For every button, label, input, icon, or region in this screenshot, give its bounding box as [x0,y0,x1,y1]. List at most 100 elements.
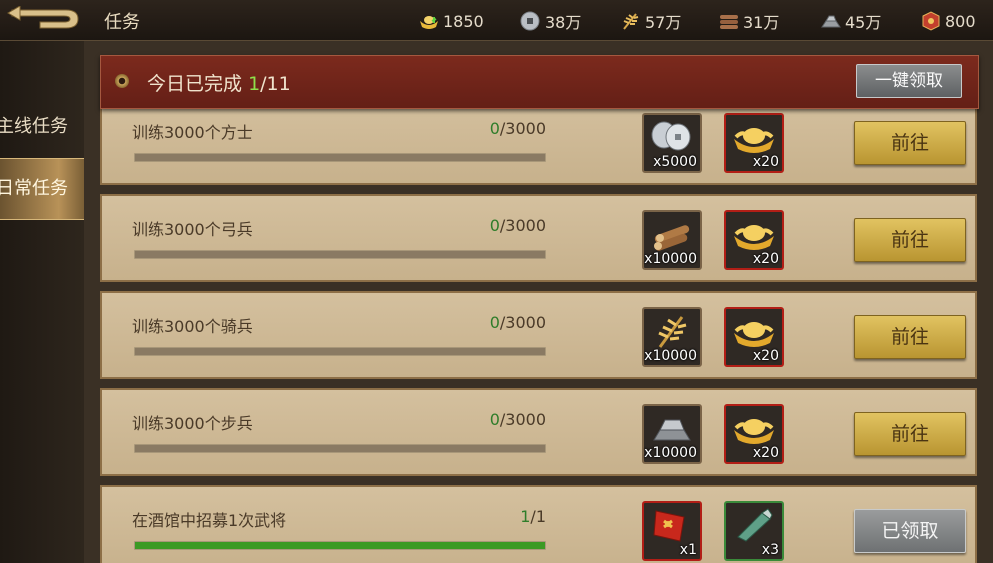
task-row: 训练3000个弓兵 0/3000 x10000 x20 前往 [100,194,977,282]
tab-daily-quest[interactable]: 日常任务 [0,158,84,220]
bullet-icon [115,74,129,88]
tab-main-quest[interactable]: 主线任务 [0,97,84,157]
iron-bars-icon [653,419,691,441]
reward-slot[interactable]: x10000 [642,307,702,367]
resource-silver: 38万 [520,10,581,32]
reward-quantity: x10000 [644,445,697,461]
jade-token-icon [737,508,773,542]
gold-ingot-icon [420,16,438,29]
go-button[interactable]: 前往 [854,412,966,456]
task-row: 在酒馆中招募1次武将 1/1 x1 x3 已领取 [100,485,977,563]
task-row: 训练3000个骑兵 0/3000 x10000 x20 前往 [100,291,977,379]
task-progress-total: /3000 [499,410,546,429]
reward-quantity: x20 [752,154,779,170]
task-progress-bar [134,444,546,453]
task-progress-bar [134,153,546,162]
reward-quantity: x10000 [644,251,697,267]
reward-slot[interactable]: x20 [724,307,784,367]
task-progress-bar [134,347,546,356]
reward-slot[interactable]: x20 [724,210,784,270]
task-progress-text: 0/3000 [442,410,546,429]
task-progress-total: /3000 [499,313,546,332]
grain-icon [623,13,639,30]
reward-slot[interactable]: x10000 [642,404,702,464]
daily-done-count: 1 [248,73,261,95]
resource-gold-value: 1850 [443,11,484,31]
daily-progress-text: 今日已完成 1/11 [147,69,291,96]
reward-slot[interactable]: x3 [724,501,784,561]
reward-quantity: x20 [752,251,779,267]
reward-quantity: x1 [679,542,697,558]
task-name: 训练3000个方士 [132,123,253,142]
wood-icon [720,15,738,29]
daily-total-count: /11 [260,73,291,95]
task-progress-bar [134,541,546,550]
daily-summary-banner: 今日已完成 1/11 一键领取 [100,55,979,109]
iron-icon [821,15,841,28]
task-progress-fill [135,542,545,549]
resource-gold: 1850 [418,10,484,32]
reward-quantity: x20 [752,445,779,461]
resource-wood-value: 31万 [743,13,780,32]
left-nav: 主线任务 日常任务 [0,41,84,563]
claim-all-button[interactable]: 一键领取 [856,64,962,98]
task-progress-current: 0 [489,313,500,332]
task-progress-text: 1/1 [442,507,546,526]
reward-quantity: x10000 [644,348,697,364]
back-arrow-icon [7,5,79,29]
resource-silver-value: 38万 [545,13,582,32]
task-progress-total: /3000 [499,216,546,235]
task-progress-text: 0/3000 [442,216,546,235]
reward-quantity: x3 [761,542,779,558]
task-progress-bar [134,250,546,259]
daily-progress-label: 今日已完成 [147,73,243,95]
reward-slot[interactable]: x1 [642,501,702,561]
go-button[interactable]: 前往 [854,121,966,165]
red-scroll-icon [653,510,685,542]
task-name: 训练3000个骑兵 [132,317,253,336]
wood-logs-icon [654,225,690,251]
gold-ingot-icon [734,322,774,347]
resource-gem-value: 800 [945,11,976,31]
back-button[interactable] [6,5,82,32]
reward-slot[interactable]: x20 [724,404,784,464]
top-bar: 任务 1850 38万 57万 31万 45万 800 [0,0,993,41]
silver-coins-icon [651,121,691,151]
task-progress-current: 0 [489,410,500,429]
quest-panel: 今日已完成 1/11 一键领取 训练3000个方士 0/3000 x5000 x… [84,41,993,563]
task-progress-total: /1 [530,507,546,526]
page-title: 任务 [104,12,140,33]
resource-iron-value: 45万 [845,13,882,32]
tab-daily-quest-label: 日常任务 [0,178,68,199]
reward-slot[interactable]: x20 [724,113,784,173]
task-row: 训练3000个步兵 0/3000 x10000 x20 前往 [100,388,977,476]
gem-chest-icon [922,11,940,31]
grain-icon [658,316,687,348]
task-progress-current: 1 [520,507,531,526]
gold-ingot-icon [734,419,774,444]
task-name: 在酒馆中招募1次武将 [132,511,287,530]
gold-ingot-icon [734,128,774,153]
reward-quantity: x20 [752,348,779,364]
silver-coin-icon [520,11,540,31]
reward-quantity: x5000 [653,154,697,170]
resource-iron: 45万 [820,10,881,32]
gold-ingot-icon [734,225,774,250]
task-progress-current: 0 [489,216,500,235]
go-button[interactable]: 前往 [854,315,966,359]
task-progress-text: 0/3000 [442,119,546,138]
task-progress-text: 0/3000 [442,313,546,332]
task-progress-total: /3000 [499,119,546,138]
task-name: 训练3000个步兵 [132,414,253,433]
claimed-button[interactable]: 已领取 [854,509,966,553]
task-row: 训练3000个方士 0/3000 x5000 x20 前往 [100,97,977,185]
resource-grain: 57万 [620,10,681,32]
tab-main-quest-label: 主线任务 [0,116,68,137]
reward-slot[interactable]: x10000 [642,210,702,270]
resource-gem: 800 [920,10,976,32]
task-name: 训练3000个弓兵 [132,220,253,239]
resource-grain-value: 57万 [645,13,682,32]
reward-slot[interactable]: x5000 [642,113,702,173]
resource-wood: 31万 [718,10,779,32]
go-button[interactable]: 前往 [854,218,966,262]
